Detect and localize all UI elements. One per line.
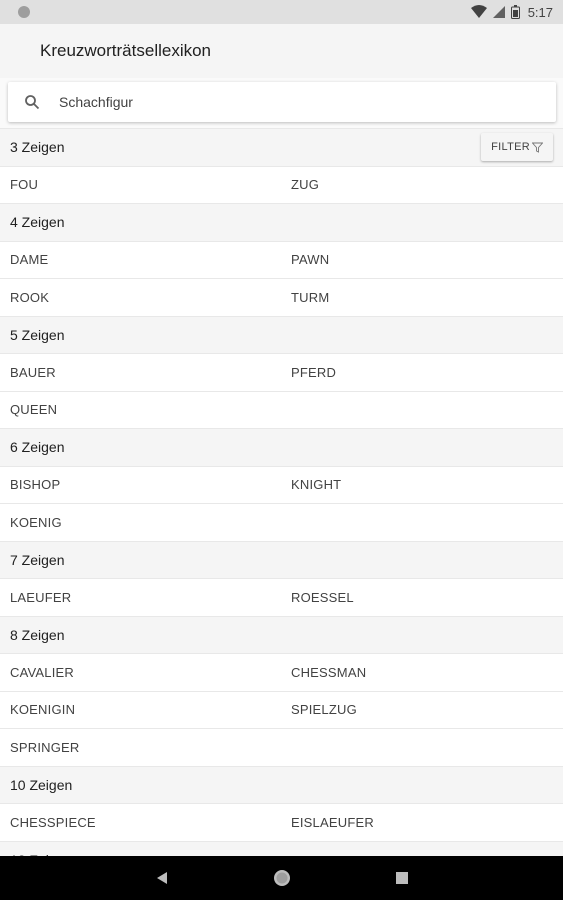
word-item[interactable]: DAME xyxy=(0,252,281,267)
word-row: SPRINGER xyxy=(0,729,563,767)
word-item[interactable]: KOENIG xyxy=(0,515,281,530)
nav-back-button[interactable] xyxy=(102,871,222,885)
word-list[interactable]: 3 Zeigen FILTER FOU ZUG 4 Zeigen DAME PAWN ROOK… xyxy=(0,128,563,856)
word-item[interactable]: QUEEN xyxy=(0,402,281,417)
word-item[interactable]: ROOK xyxy=(0,290,281,305)
battery-icon xyxy=(510,5,520,19)
section-title: 4 Zeigen xyxy=(10,214,65,231)
status-bar: 5:17 xyxy=(0,0,563,24)
word-item[interactable]: CHESSPIECE xyxy=(0,815,281,830)
word-row: DAME PAWN xyxy=(0,241,563,279)
word-item[interactable]: EISLAEUFER xyxy=(281,815,374,830)
section-title: 8 Zeigen xyxy=(10,626,65,643)
notification-dot-icon xyxy=(18,6,30,18)
status-icons: 5:17 xyxy=(470,4,553,20)
search-bar[interactable] xyxy=(8,82,556,122)
word-item[interactable]: TURM xyxy=(281,290,329,305)
word-row: FOU ZUG xyxy=(0,166,563,204)
section-title: 7 Zeigen xyxy=(10,551,65,568)
word-item[interactable]: PFERD xyxy=(281,365,336,380)
word-row: CHESSPIECE EISLAEUFER xyxy=(0,804,563,842)
word-row: ROOK TURM xyxy=(0,279,563,317)
section-title: 6 Zeigen xyxy=(10,439,65,456)
section-header: 10 Zeigen xyxy=(0,766,563,804)
section-header: 6 Zeigen xyxy=(0,429,563,467)
section-title: 10 Zeigen xyxy=(10,776,73,793)
word-row: KOENIGIN SPIELZUG xyxy=(0,691,563,729)
home-circle-icon xyxy=(273,870,290,886)
filter-label: FILTER xyxy=(491,141,530,153)
section-header: 5 Zeigen xyxy=(0,316,563,354)
section-title: 5 Zeigen xyxy=(10,326,65,343)
cell-signal-icon xyxy=(492,6,505,18)
nav-recents-button[interactable] xyxy=(342,872,462,884)
word-row: BAUER PFERD xyxy=(0,354,563,392)
section-header: 4 Zeigen xyxy=(0,204,563,242)
word-item[interactable]: BAUER xyxy=(0,365,281,380)
section-title: 3 Zeigen xyxy=(10,139,65,156)
word-row: BISHOP KNIGHT xyxy=(0,466,563,504)
word-item[interactable]: SPIELZUG xyxy=(281,702,357,717)
status-time: 5:17 xyxy=(527,4,553,20)
navigation-bar xyxy=(0,856,563,900)
word-item[interactable]: ZUG xyxy=(281,177,319,192)
section-header: 12 Zeigen xyxy=(0,841,563,856)
search-input[interactable] xyxy=(59,94,519,110)
word-row: LAEUFER ROESSEL xyxy=(0,579,563,617)
search-icon xyxy=(25,95,40,110)
section-header: 7 Zeigen xyxy=(0,541,563,579)
nav-home-button[interactable] xyxy=(222,869,342,887)
word-item[interactable]: CHESSMAN xyxy=(281,665,366,680)
word-item[interactable]: LAEUFER xyxy=(0,590,281,605)
section-header: 8 Zeigen xyxy=(0,616,563,654)
word-item[interactable]: PAWN xyxy=(281,252,329,267)
word-row: CAVALIER CHESSMAN xyxy=(0,654,563,692)
word-item[interactable]: BISHOP xyxy=(0,477,281,492)
funnel-icon xyxy=(532,142,543,153)
word-item[interactable]: ROESSEL xyxy=(281,590,354,605)
recents-square-icon xyxy=(395,872,408,884)
filter-button[interactable]: FILTER xyxy=(481,133,553,161)
app-title: Kreuzworträtsellexikon xyxy=(40,41,212,60)
word-row: QUEEN xyxy=(0,391,563,429)
word-row: KOENIG xyxy=(0,504,563,542)
section-header: 3 Zeigen FILTER xyxy=(0,129,563,167)
word-item[interactable]: KNIGHT xyxy=(281,477,341,492)
wifi-icon xyxy=(470,5,487,18)
app-bar: Kreuzworträtsellexikon xyxy=(0,24,563,78)
word-item[interactable]: KOENIGIN xyxy=(0,702,281,717)
word-item[interactable]: FOU xyxy=(0,177,281,192)
word-item[interactable]: SPRINGER xyxy=(0,740,281,755)
back-triangle-icon xyxy=(156,872,167,884)
word-item[interactable]: CAVALIER xyxy=(0,665,281,680)
